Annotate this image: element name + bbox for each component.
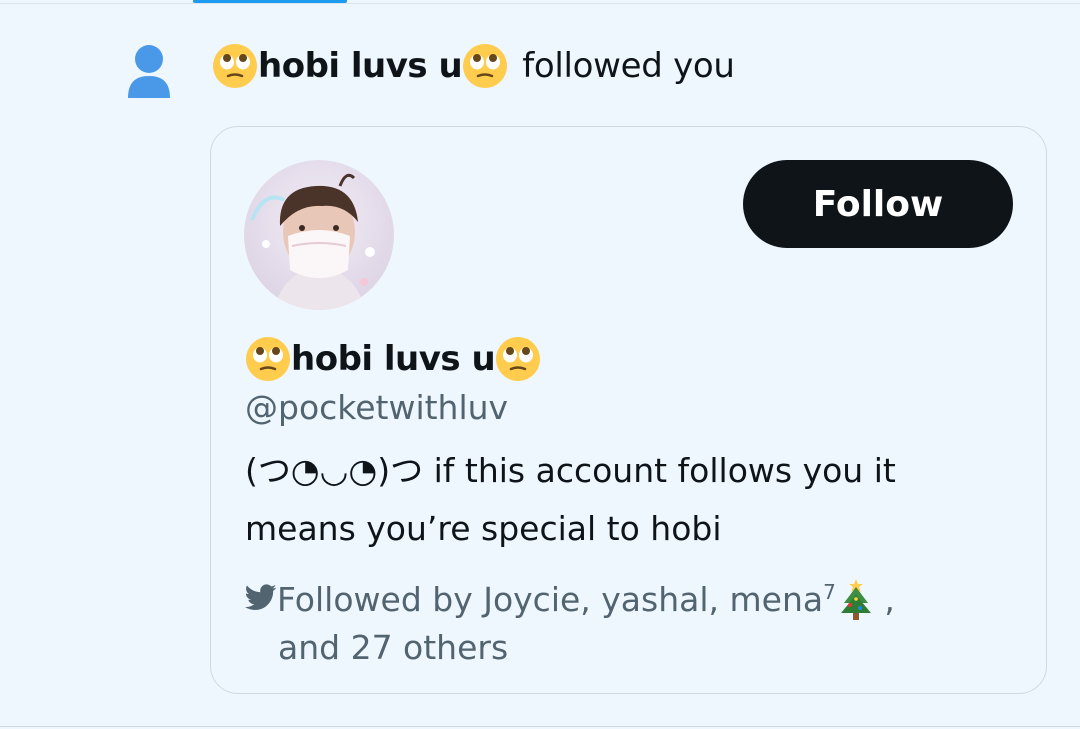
notification-user-name[interactable]: hobi luvs u (258, 46, 463, 86)
rolling-eyes-emoji-icon (462, 43, 508, 89)
followed-by-names: Followed by Joycie, yashal, mena (277, 580, 824, 619)
avatar[interactable] (244, 160, 394, 310)
person-icon (126, 44, 172, 100)
rolling-eyes-emoji-icon (245, 336, 291, 382)
profile-bio: (つ◔◡◔)つ if this account follows you it m… (245, 442, 1005, 558)
profile-display-name: hobi luvs u (291, 339, 496, 379)
followed-by-others: and 27 others (278, 628, 509, 667)
notification-action-text: followed you (522, 46, 735, 86)
bio-line-1: (つ◔◡◔)つ if this account follows you it (245, 451, 896, 490)
profile-display-name-row[interactable]: hobi luvs u (245, 334, 541, 384)
divider (0, 3, 1080, 4)
followed-by-comma: , (873, 580, 895, 619)
bio-line-2: means you’re special to hobi (245, 509, 722, 548)
followed-by-text[interactable]: Followed by Joycie, yashal, mena7 , and … (245, 568, 1025, 672)
rolling-eyes-emoji-icon (495, 336, 541, 382)
divider (0, 726, 1080, 727)
rolling-eyes-emoji-icon (212, 43, 258, 89)
profile-handle[interactable]: @pocketwithluv (245, 388, 508, 427)
follow-button[interactable]: Follow (743, 160, 1013, 248)
twitter-bird-icon (245, 578, 277, 610)
christmas-tree-emoji-icon (838, 577, 874, 621)
notification-headline: hobi luvs u followed you (212, 38, 735, 94)
followed-by-superscript: 7 (823, 580, 836, 604)
